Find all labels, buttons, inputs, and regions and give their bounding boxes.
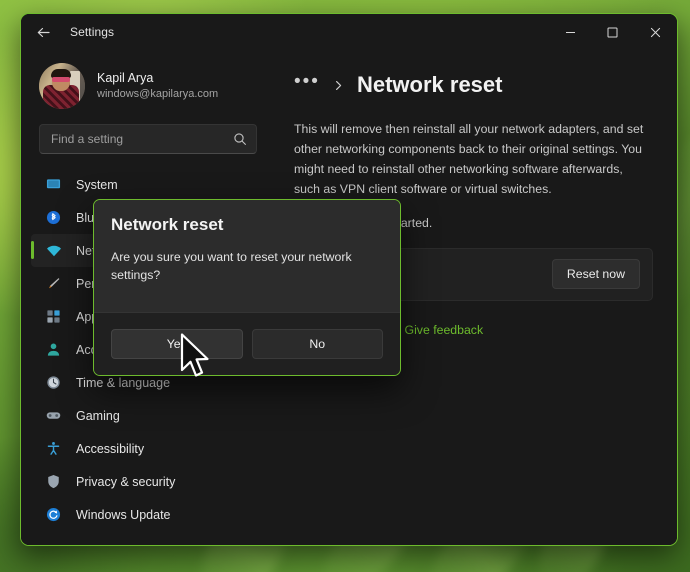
close-button[interactable] [633, 14, 677, 50]
wifi-icon [45, 242, 62, 259]
sidebar-item-label: Time & language [76, 376, 170, 390]
account-card[interactable]: Kapil Arya windows@kapilarya.com [31, 50, 262, 122]
close-icon [650, 27, 661, 38]
page-description: This will remove then reinstall all your… [294, 120, 644, 200]
search-input[interactable] [51, 132, 233, 146]
sidebar-item-label: System [76, 178, 118, 192]
sidebar-item-label: Windows Update [76, 508, 171, 522]
network-reset-dialog: Network reset Are you sure you want to r… [93, 199, 401, 376]
window-controls [549, 14, 677, 50]
page-title: Network reset [357, 74, 503, 96]
sidebar-item-accessibility[interactable]: Accessibility [31, 432, 262, 465]
give-feedback-label: Give feedback [405, 323, 484, 337]
dialog-actions: Yes No [94, 312, 400, 375]
sidebar-item-label: Gaming [76, 409, 120, 423]
sidebar-item-privacy-security[interactable]: Privacy & security [31, 465, 262, 498]
window-title: Settings [70, 25, 114, 39]
reset-now-button[interactable]: Reset now [552, 259, 640, 289]
apps-icon [45, 308, 62, 325]
shield-icon [45, 473, 62, 490]
breadcrumb: ••• Network reset [294, 72, 653, 98]
dialog-no-button[interactable]: No [252, 329, 384, 359]
sidebar-item-label: Privacy & security [76, 475, 175, 489]
desktop-wallpaper: Settings [0, 0, 690, 572]
person-icon [45, 341, 62, 358]
back-button[interactable] [27, 18, 59, 46]
dialog-title: Network reset [111, 216, 383, 235]
sidebar-item-windows-update[interactable]: Windows Update [31, 498, 262, 531]
chevron-right-icon [332, 79, 345, 92]
update-icon [45, 506, 62, 523]
clock-icon [45, 374, 62, 391]
brush-icon [45, 275, 62, 292]
dialog-yes-button[interactable]: Yes [111, 329, 243, 359]
avatar [39, 63, 85, 109]
dialog-message: Are you sure you want to reset your netw… [111, 248, 383, 285]
bluetooth-icon [45, 209, 62, 226]
maximize-button[interactable] [591, 14, 633, 50]
account-name: Kapil Arya [97, 70, 218, 87]
gamepad-icon [45, 407, 62, 424]
title-bar: Settings [21, 14, 677, 50]
minimize-button[interactable] [549, 14, 591, 50]
accessibility-icon [45, 440, 62, 457]
sidebar-item-gaming[interactable]: Gaming [31, 399, 262, 432]
minimize-icon [565, 27, 576, 38]
account-email: windows@kapilarya.com [97, 87, 218, 102]
sidebar-item-label: Accessibility [76, 442, 144, 456]
breadcrumb-overflow-button[interactable]: ••• [294, 72, 320, 98]
search-icon [233, 132, 247, 146]
sidebar-item-system[interactable]: System [31, 168, 262, 201]
back-arrow-icon [35, 24, 52, 41]
search-box[interactable] [39, 124, 257, 154]
monitor-icon [45, 176, 62, 193]
dialog-content: Network reset Are you sure you want to r… [94, 200, 400, 312]
maximize-icon [607, 27, 618, 38]
